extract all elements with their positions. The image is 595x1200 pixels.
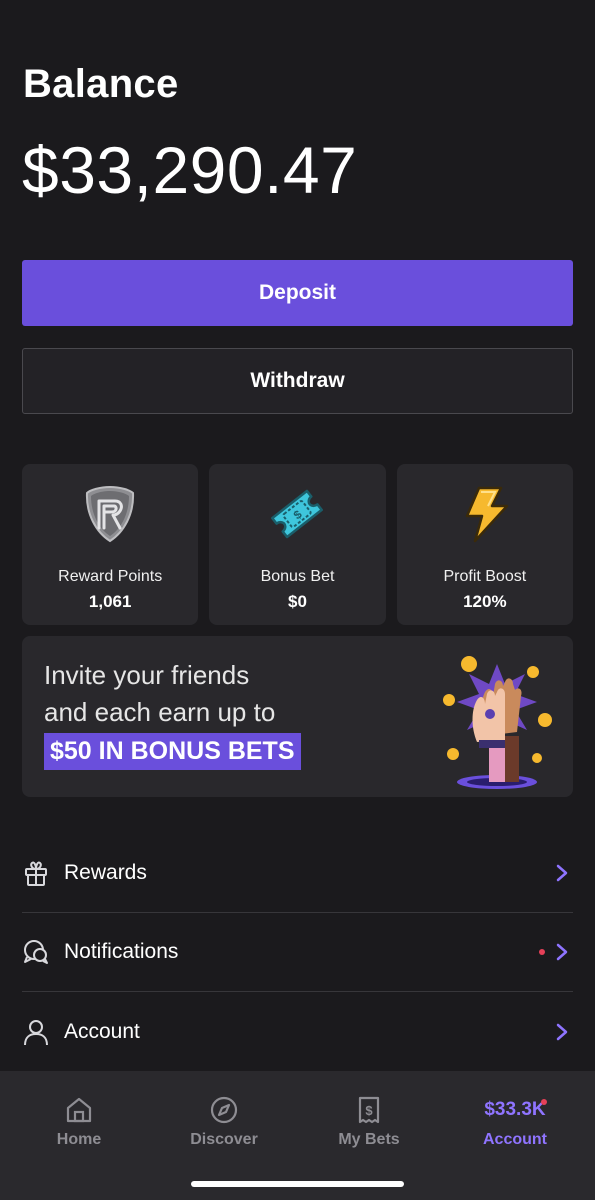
tile-profit-boost[interactable]: Profit Boost 120% [396,464,573,625]
menu-item-account[interactable]: Account [22,992,573,1071]
tab-my-bets[interactable]: $ My Bets [309,1095,429,1149]
tile-label: Bonus Bet [260,568,335,585]
deposit-button[interactable]: Deposit [22,260,573,326]
bet-slip-icon: $ [358,1096,380,1124]
menu-label: Rewards [64,861,147,884]
tab-discover[interactable]: Discover [164,1095,284,1149]
account-menu: Rewards Notifications Account [0,834,595,1071]
chevron-right-icon[interactable] [555,943,569,961]
lightning-bolt-icon [465,486,509,543]
tile-label: Profit Boost [443,568,527,585]
tab-label: Home [56,1131,102,1148]
tab-home[interactable]: Home [19,1095,139,1149]
user-icon [24,1019,48,1045]
compass-icon [210,1096,238,1124]
tab-account[interactable]: $33.3K Account [455,1095,575,1149]
tab-label: Discover [190,1131,258,1148]
menu-item-notifications[interactable]: Notifications [22,913,573,992]
tab-label: Account [483,1131,547,1148]
menu-label: Account [64,1019,140,1043]
tile-bonus-bet[interactable]: $ Bonus Bet $0 [209,464,386,625]
chevron-right-icon[interactable] [555,864,569,882]
balance-amount: $33,290.47 [22,133,358,207]
menu-item-rewards[interactable]: Rewards [22,834,573,913]
chevron-right-icon[interactable] [555,1023,569,1041]
withdraw-button[interactable]: Withdraw [22,348,573,414]
balance-label: Balance [23,62,179,106]
tile-reward-points[interactable]: Reward Points 1,061 [22,464,199,625]
notification-dot [541,1099,547,1105]
high-five-illustration-icon [443,656,552,789]
home-indicator[interactable] [191,1181,404,1187]
invite-friends-banner[interactable]: Invite your friends and each earn up to … [22,636,573,797]
tab-account-balance: $33.3K [484,1099,546,1120]
tile-value: $0 [288,592,307,611]
chat-bubbles-icon [24,940,48,964]
promo-text-line1: Invite your friends [44,660,250,690]
home-icon [66,1097,92,1123]
tile-value: 1,061 [88,592,132,611]
menu-label: Notifications [64,940,179,963]
bonus-ticket-icon: $ [271,489,324,539]
svg-text:$: $ [365,1103,373,1118]
reward-shield-icon [86,485,135,543]
perks-tiles: Reward Points 1,061 $ Bonus Bet $0 Profi… [22,464,573,625]
promo-text-line2: and each earn up to [44,697,276,727]
tab-label: My Bets [338,1131,400,1148]
promo-highlight: $50 IN BONUS BETS [44,733,301,770]
tile-value: 120% [463,592,507,611]
notification-dot [539,949,545,955]
gift-icon [25,861,47,886]
tile-label: Reward Points [58,568,163,585]
